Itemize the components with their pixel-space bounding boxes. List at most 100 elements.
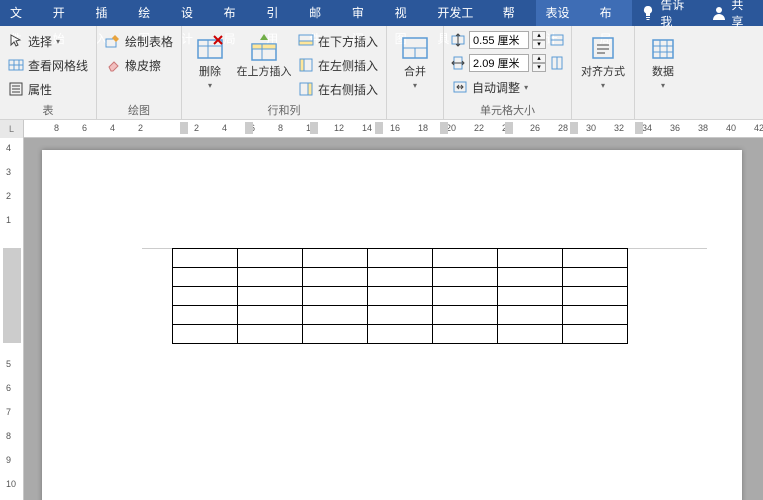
draw-table-button[interactable]: 绘制表格 <box>103 30 175 52</box>
height-input[interactable]: 0.55 厘米 <box>469 31 529 49</box>
table-cell[interactable] <box>498 287 563 306</box>
table-cell[interactable] <box>563 325 628 344</box>
group-merge-label <box>393 117 437 118</box>
table-cell[interactable] <box>238 325 303 344</box>
table-row[interactable] <box>173 287 628 306</box>
properties-button[interactable]: 属性 <box>6 78 90 100</box>
table-cell[interactable] <box>303 249 368 268</box>
spin-down-icon[interactable]: ▾ <box>532 63 546 72</box>
ruler-tick: 4 <box>6 143 11 153</box>
insert-left-button[interactable]: 在左侧插入 <box>296 54 380 76</box>
table-cell[interactable] <box>368 249 433 268</box>
tab-review[interactable]: 审阅 <box>342 0 385 26</box>
eraser-icon <box>105 57 121 73</box>
table-cell[interactable] <box>433 287 498 306</box>
table-cell[interactable] <box>563 249 628 268</box>
table-cell[interactable] <box>173 268 238 287</box>
tab-table-design[interactable]: 表设计 <box>536 0 590 26</box>
table-cell[interactable] <box>238 249 303 268</box>
table-cell[interactable] <box>433 325 498 344</box>
ruler-tick: 26 <box>530 123 540 133</box>
tab-table-layout[interactable]: 布局 <box>590 0 633 26</box>
height-spinner[interactable]: ▴▾ <box>532 31 546 49</box>
table-cell[interactable] <box>303 325 368 344</box>
ruler-horizontal[interactable]: 8642246810121416182022242628303234363840… <box>24 120 763 138</box>
table-cell[interactable] <box>303 306 368 325</box>
table-cell[interactable] <box>498 325 563 344</box>
width-spinner[interactable]: ▴▾ <box>532 54 546 72</box>
spin-up-icon[interactable]: ▴ <box>532 31 546 40</box>
table-cell[interactable] <box>433 306 498 325</box>
ruler-column-marker[interactable] <box>505 122 513 134</box>
table-cell[interactable] <box>563 268 628 287</box>
tab-references[interactable]: 引用 <box>256 0 299 26</box>
tab-help[interactable]: 帮助 <box>493 0 536 26</box>
table-row[interactable] <box>173 306 628 325</box>
group-rows-cols: 删除▾ 在上方插入 在下方插入 在左侧插入 在右侧插入 <box>182 26 387 120</box>
tab-insert[interactable]: 插入 <box>85 0 128 26</box>
share-button[interactable]: 共享 <box>701 0 763 30</box>
distribute-cols-icon[interactable] <box>549 55 565 71</box>
ruler-column-marker[interactable] <box>245 122 253 134</box>
ruler-column-marker[interactable] <box>570 122 578 134</box>
ruler-column-marker[interactable] <box>440 122 448 134</box>
ruler-column-marker[interactable] <box>375 122 383 134</box>
table-cell[interactable] <box>433 268 498 287</box>
tab-view[interactable]: 视图 <box>385 0 428 26</box>
table-cell[interactable] <box>303 268 368 287</box>
table-cell[interactable] <box>498 306 563 325</box>
tab-draw[interactable]: 绘图 <box>128 0 171 26</box>
insert-below-button[interactable]: 在下方插入 <box>296 30 380 52</box>
tab-developer[interactable]: 开发工具 <box>427 0 492 26</box>
spin-down-icon[interactable]: ▾ <box>532 40 546 49</box>
view-gridlines-button[interactable]: 查看网格线 <box>6 54 90 76</box>
table-row[interactable] <box>173 249 628 268</box>
tab-design[interactable]: 设计 <box>171 0 214 26</box>
table-cell[interactable] <box>238 306 303 325</box>
width-input[interactable]: 2.09 厘米 <box>469 54 529 72</box>
table-cell[interactable] <box>368 268 433 287</box>
table-cell[interactable] <box>173 325 238 344</box>
table-cell[interactable] <box>563 306 628 325</box>
tab-layout[interactable]: 布局 <box>214 0 257 26</box>
tab-mailings[interactable]: 邮件 <box>299 0 342 26</box>
ruler-vertical[interactable]: 432112345678910 <box>0 138 24 500</box>
table-cell[interactable] <box>238 268 303 287</box>
table-cell[interactable] <box>563 287 628 306</box>
table-cell[interactable] <box>498 249 563 268</box>
tab-file[interactable]: 文件 <box>0 0 43 26</box>
table-cell[interactable] <box>433 249 498 268</box>
chevron-down-icon: ▾ <box>661 81 665 90</box>
ruler-column-marker[interactable] <box>180 122 188 134</box>
table-cell[interactable] <box>303 287 368 306</box>
eraser-button[interactable]: 橡皮擦 <box>103 54 175 76</box>
autofit-button[interactable]: 自动调整 ▾ <box>450 76 565 98</box>
table-cell[interactable] <box>173 249 238 268</box>
table-cell[interactable] <box>498 268 563 287</box>
document-table[interactable] <box>172 248 628 344</box>
ruler-column-marker[interactable] <box>310 122 318 134</box>
insert-right-button[interactable]: 在右侧插入 <box>296 78 380 100</box>
table-cell[interactable] <box>368 325 433 344</box>
delete-button[interactable]: 删除▾ <box>188 30 232 98</box>
table-cell[interactable] <box>173 306 238 325</box>
ruler-column-marker[interactable] <box>635 122 643 134</box>
alignment-button[interactable]: 对齐方式▾ <box>578 30 628 98</box>
table-cell[interactable] <box>238 287 303 306</box>
table-row[interactable] <box>173 325 628 344</box>
merge-button[interactable]: 合并▾ <box>393 30 437 98</box>
tab-home[interactable]: 开始 <box>43 0 86 26</box>
data-button[interactable]: 数据▾ <box>641 30 685 98</box>
table-cell[interactable] <box>173 287 238 306</box>
insert-above-button[interactable]: 在上方插入 <box>236 30 292 98</box>
group-merge: 合并▾ <box>387 26 444 120</box>
table-row[interactable] <box>173 268 628 287</box>
page-scroll-area[interactable] <box>24 138 763 500</box>
spin-up-icon[interactable]: ▴ <box>532 54 546 63</box>
ruler-tick: 8 <box>54 123 59 133</box>
distribute-rows-icon[interactable] <box>549 32 565 48</box>
table-cell[interactable] <box>368 287 433 306</box>
document-page[interactable] <box>42 150 742 500</box>
select-button[interactable]: 选择 ▾ <box>6 30 90 52</box>
table-cell[interactable] <box>368 306 433 325</box>
